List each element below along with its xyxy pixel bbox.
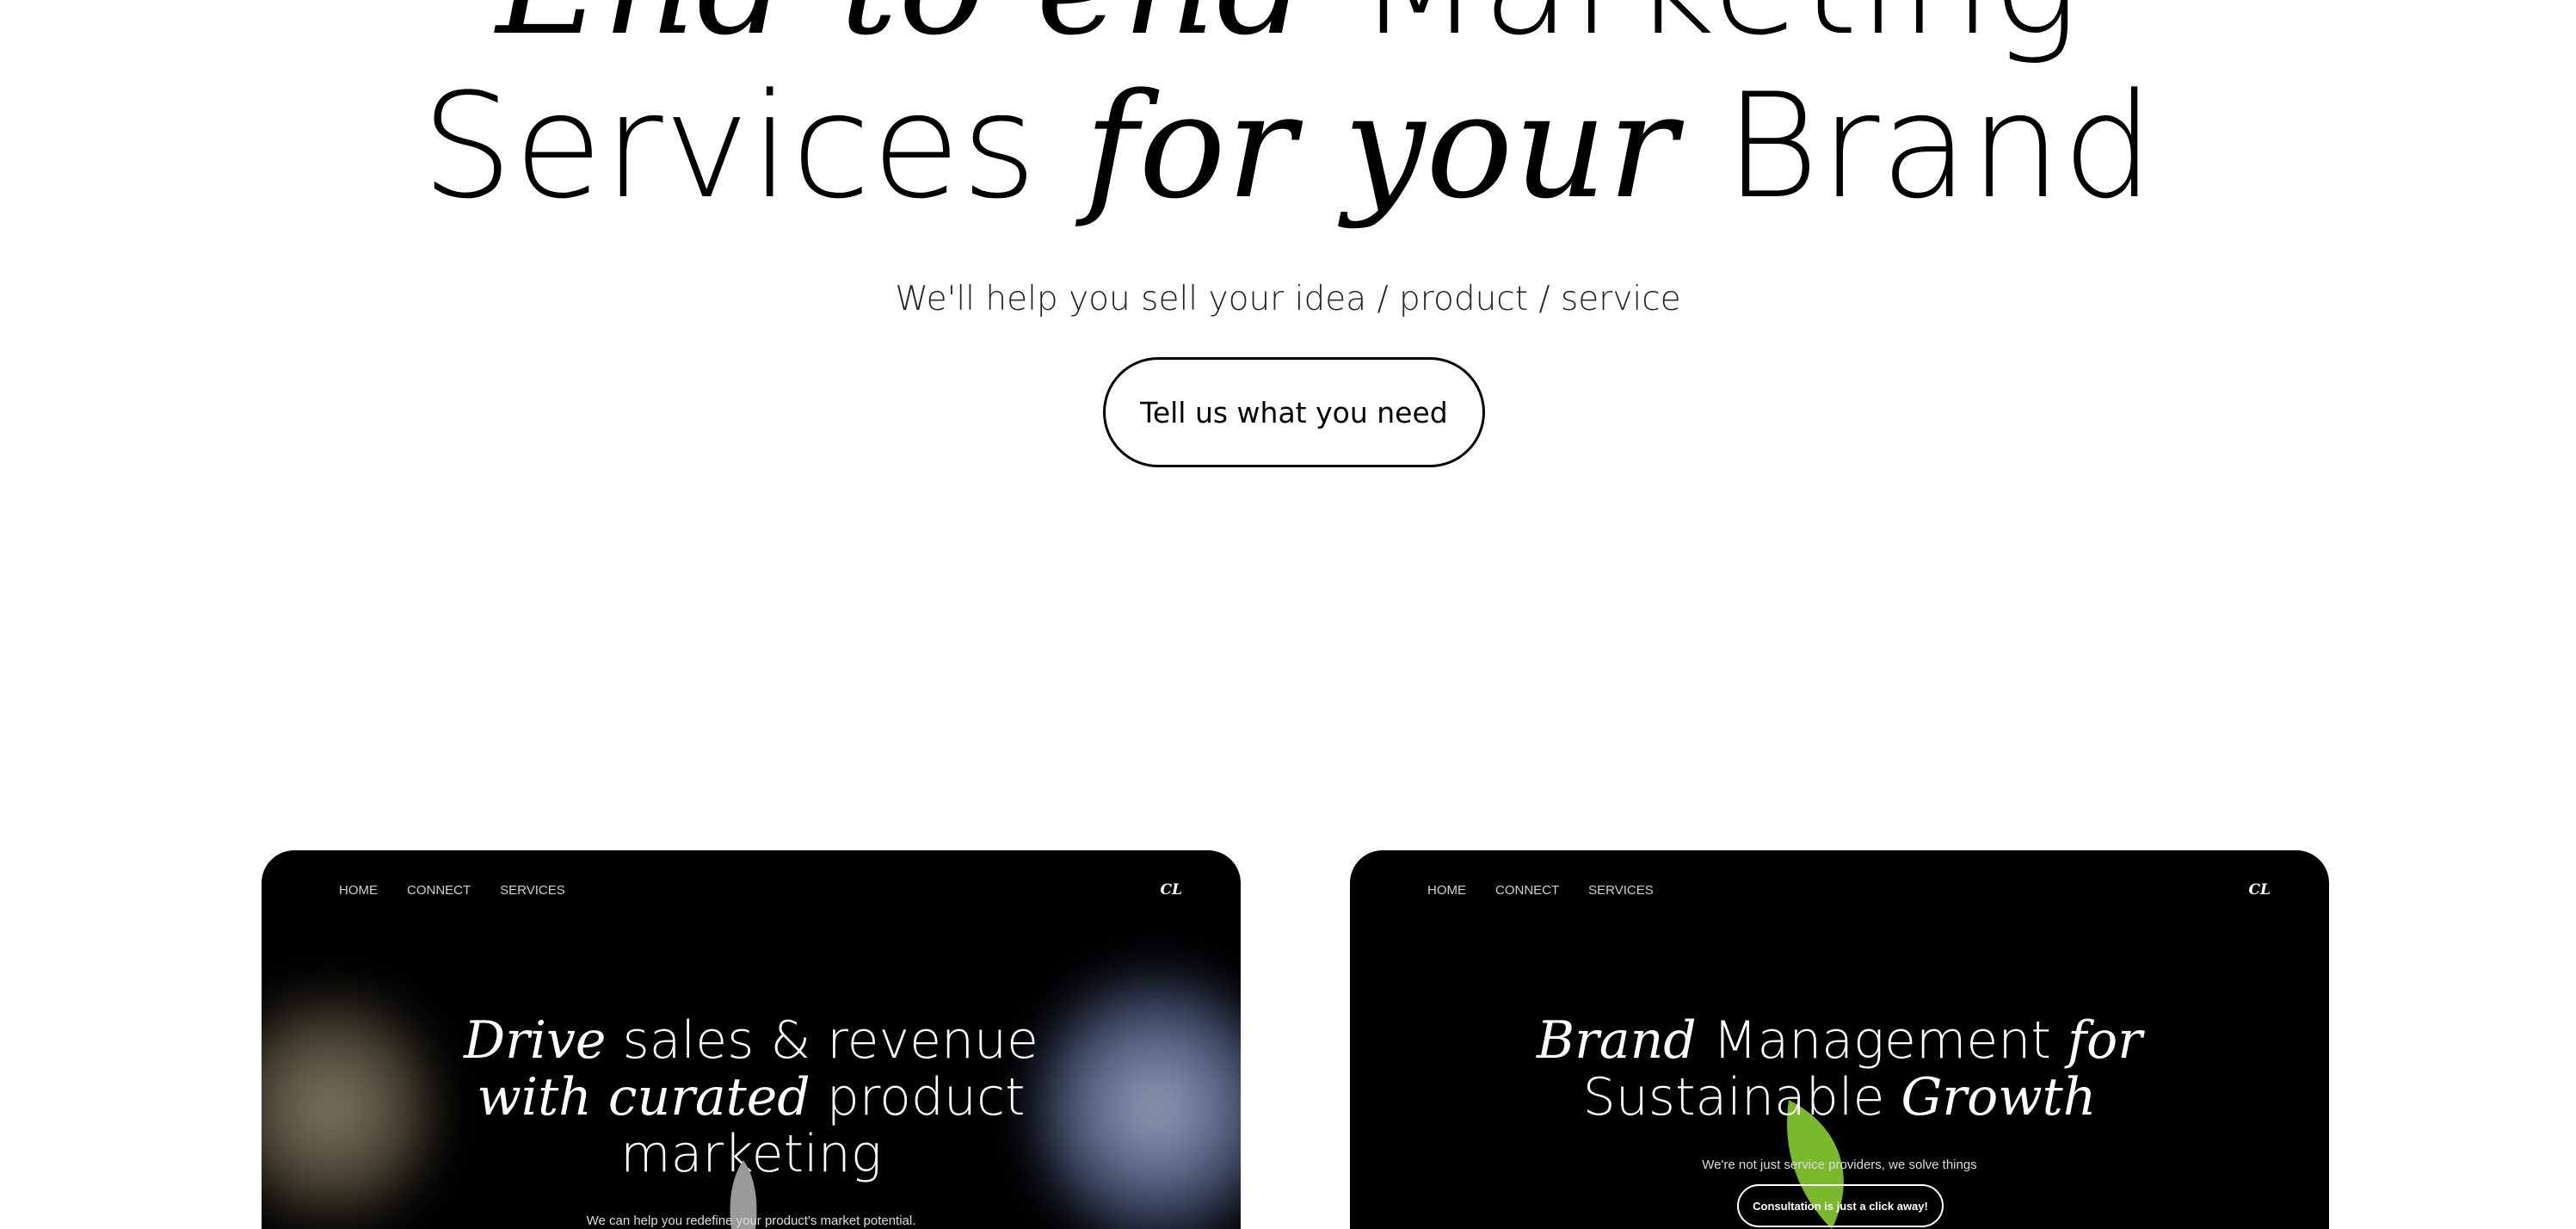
- card-nav-connect[interactable]: CONNECT: [407, 883, 471, 898]
- card-title-text: product: [810, 1067, 1026, 1127]
- card-title: Drive sales & revenue with curated produ…: [262, 1012, 1241, 1183]
- card-title-text: sales & revenue: [606, 1010, 1038, 1071]
- card-title-italic: for: [2067, 1010, 2142, 1071]
- card-title: Brand Management for Sustainable Growth: [1350, 1012, 2329, 1126]
- card-nav-connect[interactable]: CONNECT: [1495, 883, 1559, 898]
- card-nav-services[interactable]: SERVICES: [500, 883, 565, 898]
- card-nav: HOME CONNECT SERVICES: [339, 883, 565, 898]
- hero-heading-text: Brand: [1677, 62, 2155, 231]
- service-card-brand-management[interactable]: HOME CONNECT SERVICES CL Brand Managemen…: [1350, 850, 2329, 1229]
- hero-heading-text: Services: [421, 62, 1085, 231]
- card-nav: HOME CONNECT SERVICES: [1427, 883, 1654, 898]
- card-title-italic: Growth: [1901, 1067, 2097, 1127]
- card-title-text: Management: [1696, 1010, 2068, 1071]
- card-title-italic: Drive: [464, 1010, 607, 1071]
- card-title-text: Sustainable: [1582, 1067, 1901, 1127]
- hero-heading-text: Marketing: [1310, 0, 2080, 67]
- card-title-italic: Brand: [1537, 1010, 1697, 1071]
- card-nav-services[interactable]: SERVICES: [1588, 883, 1654, 898]
- card-subtitle: We're not just service providers, we sol…: [1702, 1158, 1977, 1172]
- hero-heading-line-2: Services for your Brand: [0, 60, 2576, 232]
- hero-heading-italic: for your: [1084, 62, 1678, 231]
- card-nav-home[interactable]: HOME: [1427, 883, 1466, 898]
- card-title-italic: with curated: [477, 1067, 810, 1127]
- service-card-product-marketing[interactable]: HOME CONNECT SERVICES CL Drive sales & r…: [262, 850, 1241, 1229]
- tell-us-button[interactable]: Tell us what you need: [1103, 357, 1485, 467]
- card-subtitle: We can help you redefine your product's …: [586, 1214, 916, 1228]
- consultation-button[interactable]: Consultation is just a click away!: [1737, 1184, 1944, 1227]
- hero-subtitle: We'll help you sell your idea / product …: [895, 280, 1681, 318]
- hero-heading-line-1: End-to-end Marketing: [0, 0, 2576, 69]
- card-logo[interactable]: CL: [2249, 881, 2271, 899]
- card-logo[interactable]: CL: [1161, 881, 1182, 899]
- hero-heading-italic: End-to-end: [496, 0, 1310, 67]
- card-nav-home[interactable]: HOME: [339, 883, 378, 898]
